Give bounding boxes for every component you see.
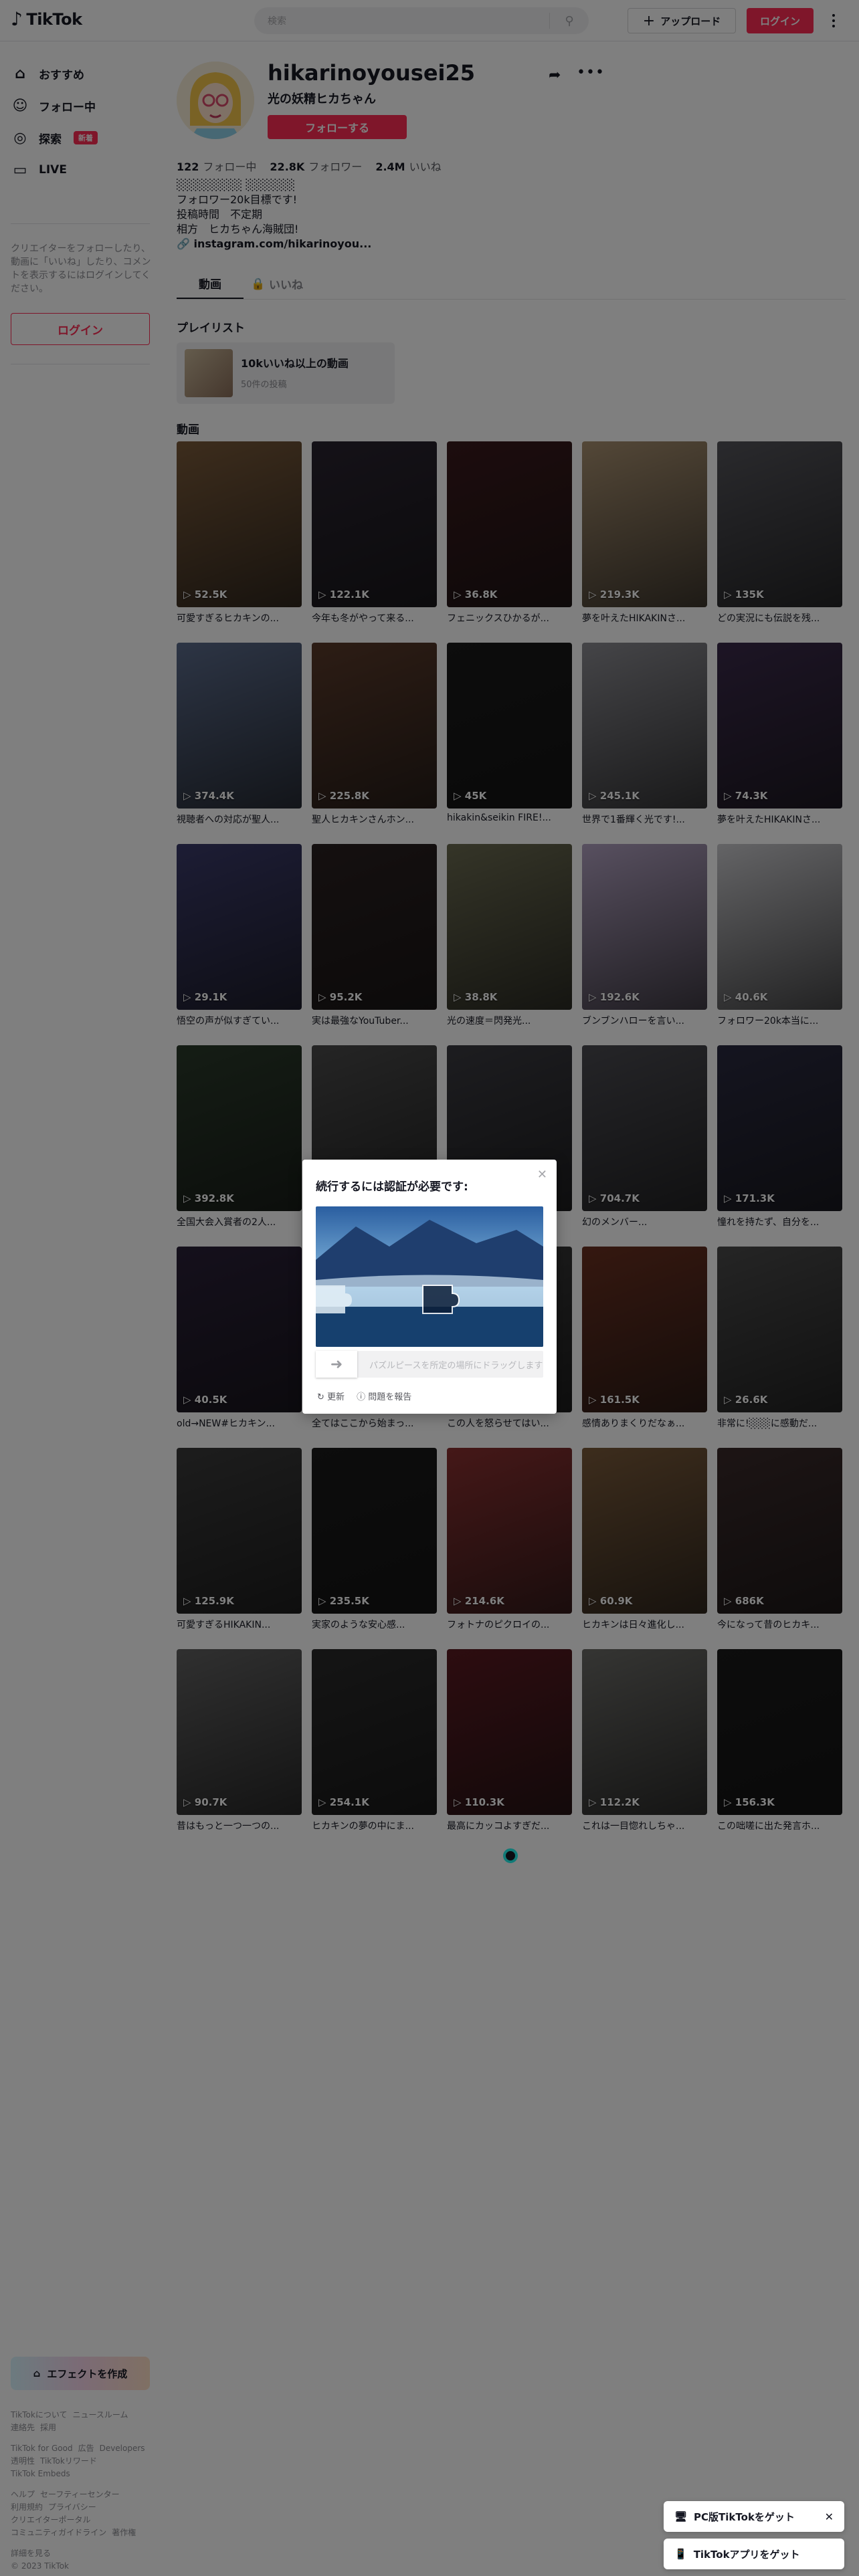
report-button[interactable]: ⓘ 問題を報告 xyxy=(357,1390,411,1402)
get-app-panel: 🖥 PC版TikTokをゲット ✕ 📱 TikTokアプリをゲット xyxy=(664,2501,844,2571)
desktop-icon: 🖥 xyxy=(674,2510,688,2523)
page: ♪ TikTok 検索 ⚲ + アップロード ログイン ⌂ おすすめ ☺ フォロ… xyxy=(0,0,859,2576)
slider-handle-arrow-icon[interactable]: ➜ xyxy=(316,1351,357,1378)
captcha-title: 続行するには認証が必要です: xyxy=(316,1180,468,1194)
info-icon: ⓘ xyxy=(357,1392,366,1402)
close-icon[interactable]: ✕ xyxy=(537,1168,547,1182)
captcha-slider[interactable]: ➜ パズルピースを所定の場所にドラッグします xyxy=(316,1351,543,1378)
refresh-icon: ↻ xyxy=(317,1392,324,1402)
slider-hint: パズルピースを所定の場所にドラッグします xyxy=(369,1361,543,1371)
get-mobile-app-button[interactable]: 📱 TikTokアプリをゲット xyxy=(664,2539,844,2569)
close-icon[interactable]: ✕ xyxy=(825,2510,834,2523)
captcha-actions: ↻ 更新 ⓘ 問題を報告 xyxy=(317,1390,411,1402)
get-pc-app-button[interactable]: 🖥 PC版TikTokをゲット ✕ xyxy=(664,2501,844,2532)
phone-icon: 📱 xyxy=(674,2548,687,2560)
captcha-modal: ✕ 続行するには認証が必要です: ➜ パズルピースを所定の場所にドラッグします … xyxy=(302,1160,557,1414)
refresh-button[interactable]: ↻ 更新 xyxy=(317,1390,345,1402)
captcha-puzzle-image xyxy=(316,1206,543,1347)
